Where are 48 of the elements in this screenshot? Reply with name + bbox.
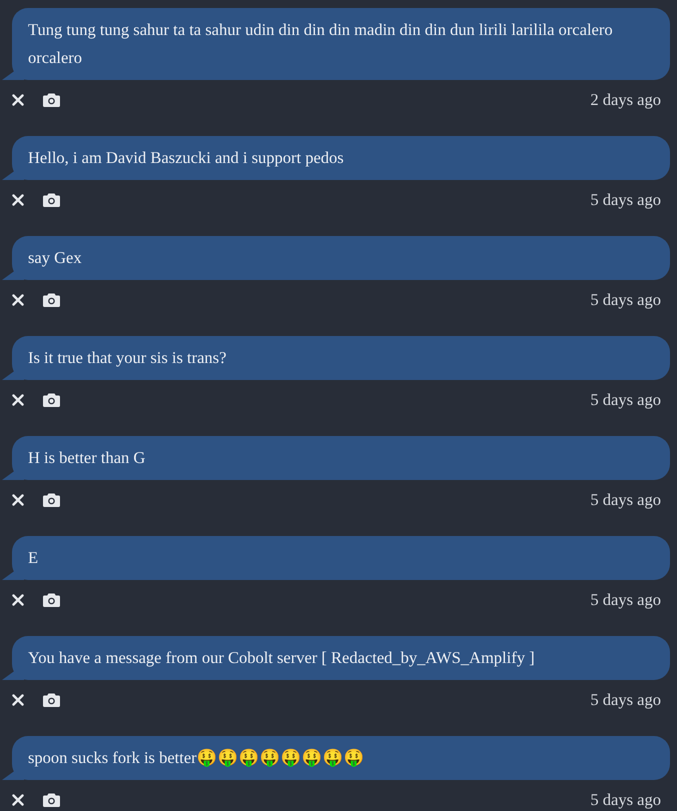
camera-button[interactable] [43, 293, 60, 307]
message-bubble: Is it true that your sis is trans? [2, 336, 670, 380]
camera-icon [43, 393, 60, 407]
message-bubble: say Gex [2, 236, 670, 280]
message-bubble: spoon sucks fork is better🤑🤑🤑🤑🤑🤑🤑🤑 [2, 736, 670, 780]
close-button[interactable] [12, 294, 24, 306]
message-bubble: Tung tung tung sahur ta ta sahur udin din din din madin din din dun lirili larilila orcalero orcalero [2, 8, 670, 80]
camera-icon [43, 293, 60, 307]
camera-button[interactable] [43, 793, 60, 807]
close-button[interactable] [12, 394, 24, 406]
close-icon [12, 394, 24, 406]
close-button[interactable] [12, 194, 24, 206]
close-button[interactable] [12, 594, 24, 606]
close-button[interactable] [12, 794, 24, 806]
camera-button[interactable] [43, 393, 60, 407]
camera-button[interactable] [43, 493, 60, 507]
close-icon [12, 494, 24, 506]
camera-icon [43, 493, 60, 507]
timestamp: 5 days ago [590, 688, 661, 711]
camera-icon [43, 93, 60, 107]
close-icon [12, 794, 24, 806]
camera-button[interactable] [43, 693, 60, 707]
timestamp: 2 days ago [590, 88, 661, 111]
message-bubble: You have a message from our Cobolt server [ Redacted_by_AWS_Amplify ] [2, 636, 670, 680]
close-icon [12, 594, 24, 606]
timestamp: 5 days ago [590, 288, 661, 311]
camera-icon [43, 193, 60, 207]
timestamp: 5 days ago [590, 388, 661, 411]
close-button[interactable] [12, 694, 24, 706]
timestamp: 5 days ago [590, 588, 661, 611]
camera-icon [43, 693, 60, 707]
close-button[interactable] [12, 94, 24, 106]
timestamp: 5 days ago [590, 788, 661, 811]
timestamp: 5 days ago [590, 488, 661, 511]
camera-icon [43, 593, 60, 607]
camera-icon [43, 793, 60, 807]
close-button[interactable] [12, 494, 24, 506]
close-icon [12, 94, 24, 106]
camera-button[interactable] [43, 593, 60, 607]
message-bubble: H is better than G [2, 436, 670, 480]
close-icon [12, 694, 24, 706]
close-icon [12, 294, 24, 306]
camera-button[interactable] [43, 193, 60, 207]
close-icon [12, 194, 24, 206]
message-bubble: Hello, i am David Baszucki and i support pedos [2, 136, 670, 180]
camera-button[interactable] [43, 93, 60, 107]
timestamp: 5 days ago [590, 188, 661, 211]
message-bubble: E [2, 536, 670, 580]
